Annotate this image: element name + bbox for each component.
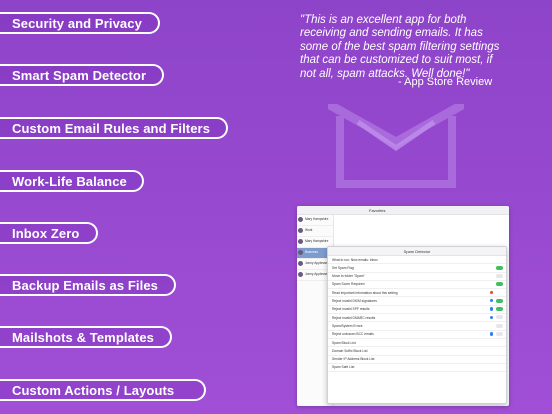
setting-row[interactable]: Reject invalid DMARC results xyxy=(328,314,506,323)
setting-row[interactable]: What to run: New emails: Inbox xyxy=(328,256,506,265)
window-title: Favorites xyxy=(369,207,386,213)
setting-row[interactable]: Reject invalid SPF results xyxy=(328,306,506,315)
setting-row[interactable]: Move to folder "Spam" xyxy=(328,273,506,281)
feature-label: Custom Email Rules and Filters xyxy=(12,120,211,136)
setting-label: Spam/System Errors xyxy=(332,323,363,328)
feature-label: Mailshots & Templates xyxy=(12,329,155,345)
setting-row[interactable]: Set Spam Flag xyxy=(328,264,506,273)
feature-work-life-balance[interactable]: Work-Life Balance xyxy=(0,170,144,192)
feature-label: Smart Spam Detector xyxy=(12,67,147,83)
setting-row[interactable]: Spam Score Required xyxy=(328,281,506,290)
setting-row[interactable]: Reject invalid DKIM signatures xyxy=(328,297,506,306)
toggle[interactable] xyxy=(496,307,503,312)
setting-label: Spam Safe List xyxy=(332,365,355,370)
review-source: - App Store Review xyxy=(398,76,493,88)
avatar xyxy=(298,250,303,255)
toggle[interactable] xyxy=(496,273,503,278)
avatar xyxy=(298,239,303,244)
toggle[interactable] xyxy=(496,265,503,270)
feature-label: Backup Emails as Files xyxy=(12,277,158,293)
toggle[interactable] xyxy=(496,323,503,328)
setting-row[interactable]: Reject unknown BCC emails xyxy=(328,331,506,339)
setting-label: What to run: New emails: Inbox xyxy=(332,257,378,262)
setting-label: Spam Score Required xyxy=(332,282,365,287)
info-icon[interactable] xyxy=(489,332,493,336)
toggle[interactable] xyxy=(496,332,503,337)
avatar xyxy=(298,228,303,233)
feature-backup-emails[interactable]: Backup Emails as Files xyxy=(0,274,176,296)
sender-name: Business xyxy=(305,250,318,254)
dialog-title: Spam Detector xyxy=(403,248,431,254)
feature-label: Work-Life Balance xyxy=(12,173,127,189)
spam-detector-dialog: Spam Detector What to run: New emails: I… xyxy=(327,246,507,404)
toggle[interactable] xyxy=(496,298,503,303)
sender-name: Work xyxy=(305,228,313,232)
setting-label: Spam Block List xyxy=(332,340,356,345)
setting-label: Read important information about this se… xyxy=(332,290,398,295)
setting-label: Sender IP Address Block List xyxy=(332,357,375,362)
feature-mailshots-templates[interactable]: Mailshots & Templates xyxy=(0,326,172,348)
list-item[interactable]: Mary Hampshire xyxy=(297,215,333,226)
toggle[interactable] xyxy=(496,282,503,287)
sender-name: Mary Hampshire xyxy=(305,217,329,221)
feature-label: Custom Actions / Layouts xyxy=(12,382,175,398)
info-icon[interactable] xyxy=(489,315,493,320)
sender-name: Mary Hampshire xyxy=(305,239,329,243)
setting-row[interactable]: Spam Block List xyxy=(328,339,506,348)
feature-custom-rules-filters[interactable]: Custom Email Rules and Filters xyxy=(0,117,228,139)
setting-label: Reject unknown BCC emails xyxy=(332,332,374,337)
review-quote: "This is an excellent app for both recei… xyxy=(300,14,500,80)
feature-smart-spam-detector[interactable]: Smart Spam Detector xyxy=(0,64,164,86)
feature-label: Inbox Zero xyxy=(12,225,80,241)
feature-label: Security and Privacy xyxy=(12,15,142,31)
toggle[interactable] xyxy=(496,315,503,320)
setting-label: Reject invalid DMARC results xyxy=(332,315,376,320)
setting-label: Set Spam Flag xyxy=(332,265,354,270)
setting-label: Move to folder "Spam" xyxy=(332,274,365,279)
setting-label: Reject invalid DKIM signatures xyxy=(332,299,377,304)
sender-name: Jonny Applessed xyxy=(305,261,330,265)
setting-row[interactable]: Spam Safe List xyxy=(328,364,506,373)
setting-row[interactable]: Read important information about this se… xyxy=(328,289,506,298)
envelope-logo-icon xyxy=(328,104,464,188)
app-screenshot: Favorites Mary Hampshire Work Mary Hamps… xyxy=(297,206,509,406)
setting-row[interactable]: Spam/System Errors xyxy=(328,322,506,331)
sender-name: Jonny Applessed xyxy=(305,272,330,276)
feature-security-privacy[interactable]: Security and Privacy xyxy=(0,12,160,34)
info-icon[interactable] xyxy=(489,307,493,311)
setting-row[interactable]: Sender IP Address Block List xyxy=(328,356,506,364)
window-toolbar: Favorites xyxy=(297,206,509,215)
avatar xyxy=(298,272,303,277)
avatar xyxy=(298,261,303,266)
info-icon[interactable] xyxy=(489,299,493,303)
list-item[interactable]: Work xyxy=(297,226,333,237)
feature-inbox-zero[interactable]: Inbox Zero xyxy=(0,222,98,244)
setting-label: Domain Suffix Block List xyxy=(332,348,368,353)
avatar xyxy=(298,217,303,222)
setting-label: Reject invalid SPF results xyxy=(332,307,370,312)
setting-row[interactable]: Domain Suffix Block List xyxy=(328,347,506,356)
dialog-header: Spam Detector xyxy=(328,247,506,256)
feature-custom-actions[interactable]: Custom Actions / Layouts xyxy=(0,379,206,401)
warning-icon xyxy=(489,290,493,295)
